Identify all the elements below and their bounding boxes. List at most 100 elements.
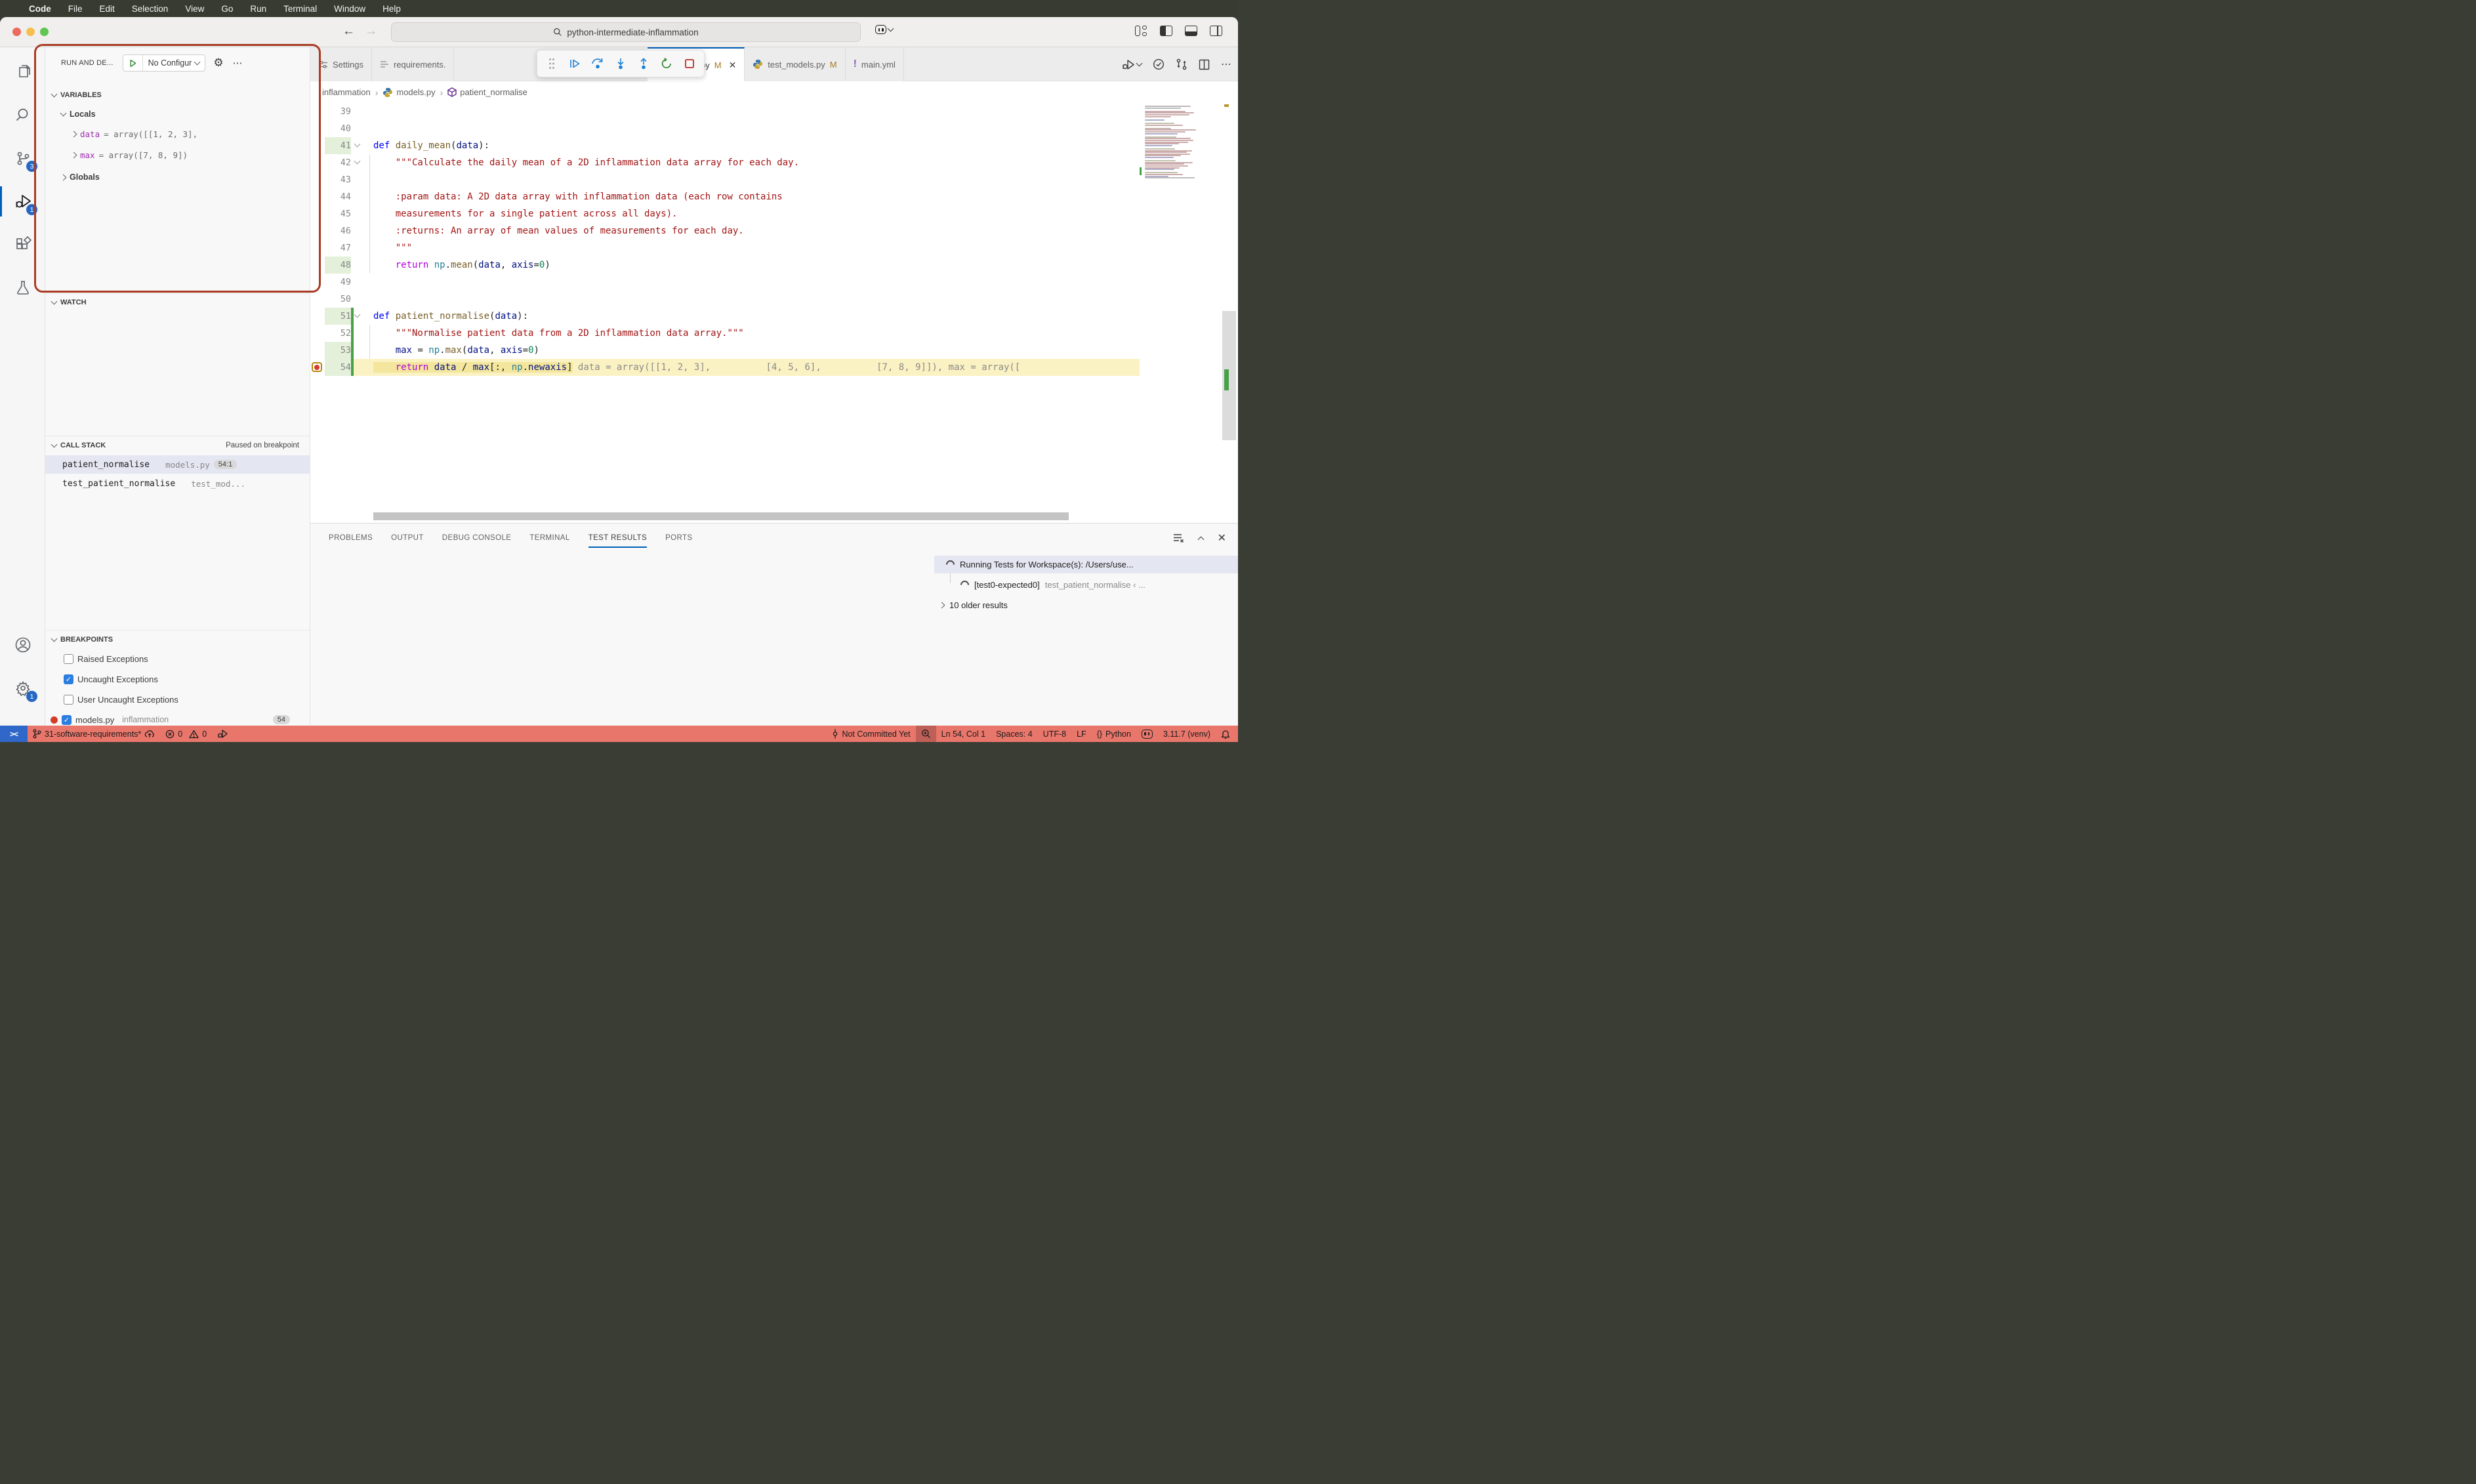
clear-results-icon[interactable] [1173, 533, 1184, 543]
breadcrumb-item[interactable]: inflammation [322, 87, 371, 97]
more-actions-icon[interactable]: ⋯ [1221, 58, 1231, 71]
step-over-button[interactable] [586, 52, 609, 75]
panel-tab-test-results[interactable]: TEST RESULTS [588, 524, 647, 552]
debug-status-item[interactable] [212, 726, 234, 742]
breakpoint-margin[interactable] [310, 222, 325, 239]
copilot-menu[interactable] [875, 25, 893, 34]
gear-icon[interactable]: ⚙ [213, 56, 223, 70]
menu-item-view[interactable]: View [185, 4, 204, 14]
globals-group[interactable]: Globals [45, 168, 310, 186]
breakpoint-row[interactable]: ✓Uncaught Exceptions [45, 670, 310, 688]
breadcrumb-item[interactable]: models.py [382, 87, 435, 98]
menu-item-selection[interactable]: Selection [132, 4, 169, 14]
breakpoint-margin[interactable] [310, 359, 325, 376]
menu-item-file[interactable]: File [68, 4, 83, 14]
minimap[interactable] [1140, 103, 1220, 523]
test-result-row[interactable]: Running Tests for Workspace(s): /Users/u… [934, 556, 1238, 573]
watch-section-header[interactable]: WATCH [45, 294, 310, 311]
code-line-44[interactable]: 44 :param data: A 2D data array with inf… [310, 188, 1238, 205]
forward-arrow-icon[interactable]: → [365, 24, 377, 39]
code-line-46[interactable]: 46 :returns: An array of mean values of … [310, 222, 1238, 239]
checkbox[interactable]: ✓ [64, 674, 73, 684]
code-line-45[interactable]: 45 measurements for a single patient acr… [310, 205, 1238, 222]
panel-tab-problems[interactable]: PROBLEMS [329, 524, 373, 552]
breakpoint-margin[interactable] [310, 120, 325, 137]
tab-requirements-[interactable]: requirements. [372, 47, 454, 81]
eol-item[interactable]: LF [1071, 726, 1092, 742]
activity-explorer[interactable] [0, 51, 45, 92]
step-into-button[interactable] [609, 52, 632, 75]
tab-settings[interactable]: Settings [310, 47, 372, 81]
activity-search[interactable] [0, 94, 45, 135]
breakpoint-margin[interactable] [310, 205, 325, 222]
code-line-49[interactable]: 49 [310, 274, 1238, 291]
toggle-secondary-sidebar-icon[interactable] [1210, 26, 1222, 36]
panel-tab-output[interactable]: OUTPUT [391, 524, 424, 552]
minimize-traffic-light[interactable] [26, 28, 35, 36]
notifications-item[interactable] [1216, 726, 1238, 742]
command-center-search[interactable]: python-intermediate-inflammation [391, 22, 861, 42]
drag-handle[interactable] [540, 52, 563, 75]
activity-settings[interactable]: 1 [0, 668, 45, 709]
panel-tab-terminal[interactable]: TERMINAL [529, 524, 569, 552]
tab-main-yml[interactable]: !main.yml [846, 47, 904, 81]
breakpoint-margin[interactable] [310, 188, 325, 205]
close-panel-icon[interactable]: ✕ [1218, 531, 1226, 545]
compare-changes-icon[interactable] [1176, 58, 1187, 70]
breakpoints-section-header[interactable]: BREAKPOINTS [45, 631, 310, 648]
menu-item-run[interactable]: Run [250, 4, 266, 14]
activity-source-control[interactable]: 3 [0, 138, 45, 178]
more-actions-icon[interactable]: ⋯ [233, 57, 243, 69]
breakpoint-margin[interactable] [310, 342, 325, 359]
test-result-row[interactable]: 10 older results [934, 596, 1238, 614]
code-line-41[interactable]: 41def daily_mean(data): [310, 137, 1238, 154]
breakpoint-margin[interactable] [310, 325, 325, 342]
code-line-43[interactable]: 43 [310, 171, 1238, 188]
code-line-54[interactable]: 54 return data / max[:, np.newaxis] data… [310, 359, 1238, 376]
maximize-panel-icon[interactable] [1197, 536, 1204, 543]
indentation-item[interactable]: Spaces: 4 [991, 726, 1038, 742]
copilot-status-item[interactable] [1136, 726, 1158, 742]
stop-button[interactable] [678, 52, 701, 75]
checkbox[interactable]: ✓ [62, 715, 72, 725]
code-line-48[interactable]: 48 return np.mean(data, axis=0) [310, 257, 1238, 274]
cursor-position-item[interactable]: Ln 54, Col 1 [936, 726, 991, 742]
menu-item-go[interactable]: Go [221, 4, 233, 14]
activity-run-and-debug[interactable]: 1 [0, 181, 45, 222]
back-arrow-icon[interactable]: ← [342, 24, 355, 39]
code-line-40[interactable]: 40 [310, 120, 1238, 137]
customize-layout-icon[interactable] [1134, 26, 1147, 37]
start-debug-icon[interactable] [123, 55, 143, 71]
menu-item-help[interactable]: Help [382, 4, 401, 14]
breakpoint-margin[interactable] [310, 137, 325, 154]
code-line-53[interactable]: 53 max = np.max(data, axis=0) [310, 342, 1238, 359]
run-tests-icon[interactable] [1153, 58, 1165, 70]
variable-row-max[interactable]: max= array([7, 8, 9]) [45, 146, 310, 164]
breakpoint-row[interactable]: User Uncaught Exceptions [45, 690, 310, 709]
breakpoint-margin[interactable] [310, 291, 325, 308]
horizontal-scrollbar[interactable] [373, 512, 1069, 520]
checkbox[interactable] [64, 654, 73, 664]
problems-item[interactable]: 0 0 [160, 726, 212, 742]
activity-extensions[interactable] [0, 224, 45, 265]
menu-item-window[interactable]: Window [334, 4, 365, 14]
encoding-item[interactable]: UTF-8 [1038, 726, 1071, 742]
breadcrumb-item[interactable]: patient_normalise [447, 87, 527, 97]
python-interpreter-item[interactable]: 3.11.7 (venv) [1158, 726, 1216, 742]
code-line-50[interactable]: 50 [310, 291, 1238, 308]
activity-testing[interactable] [0, 268, 45, 308]
fold-chevron-icon[interactable] [354, 158, 361, 165]
activity-accounts[interactable] [0, 625, 45, 665]
branch-item[interactable]: 31-software-requirements* [28, 726, 160, 742]
breakpoint-margin[interactable] [310, 257, 325, 274]
breakpoint-margin[interactable] [310, 274, 325, 291]
split-editor-icon[interactable] [1199, 59, 1210, 70]
zoom-indicator[interactable] [916, 726, 936, 742]
code-line-47[interactable]: 47 """ [310, 239, 1238, 257]
continue-button[interactable] [563, 52, 586, 75]
menu-item-terminal[interactable]: Terminal [283, 4, 317, 14]
stack-frame-row[interactable]: patient_normalisemodels.py54:1 [45, 455, 310, 474]
close-icon[interactable]: ✕ [729, 60, 737, 71]
run-or-debug-button[interactable] [1122, 59, 1142, 70]
breakpoint-margin[interactable] [310, 171, 325, 188]
